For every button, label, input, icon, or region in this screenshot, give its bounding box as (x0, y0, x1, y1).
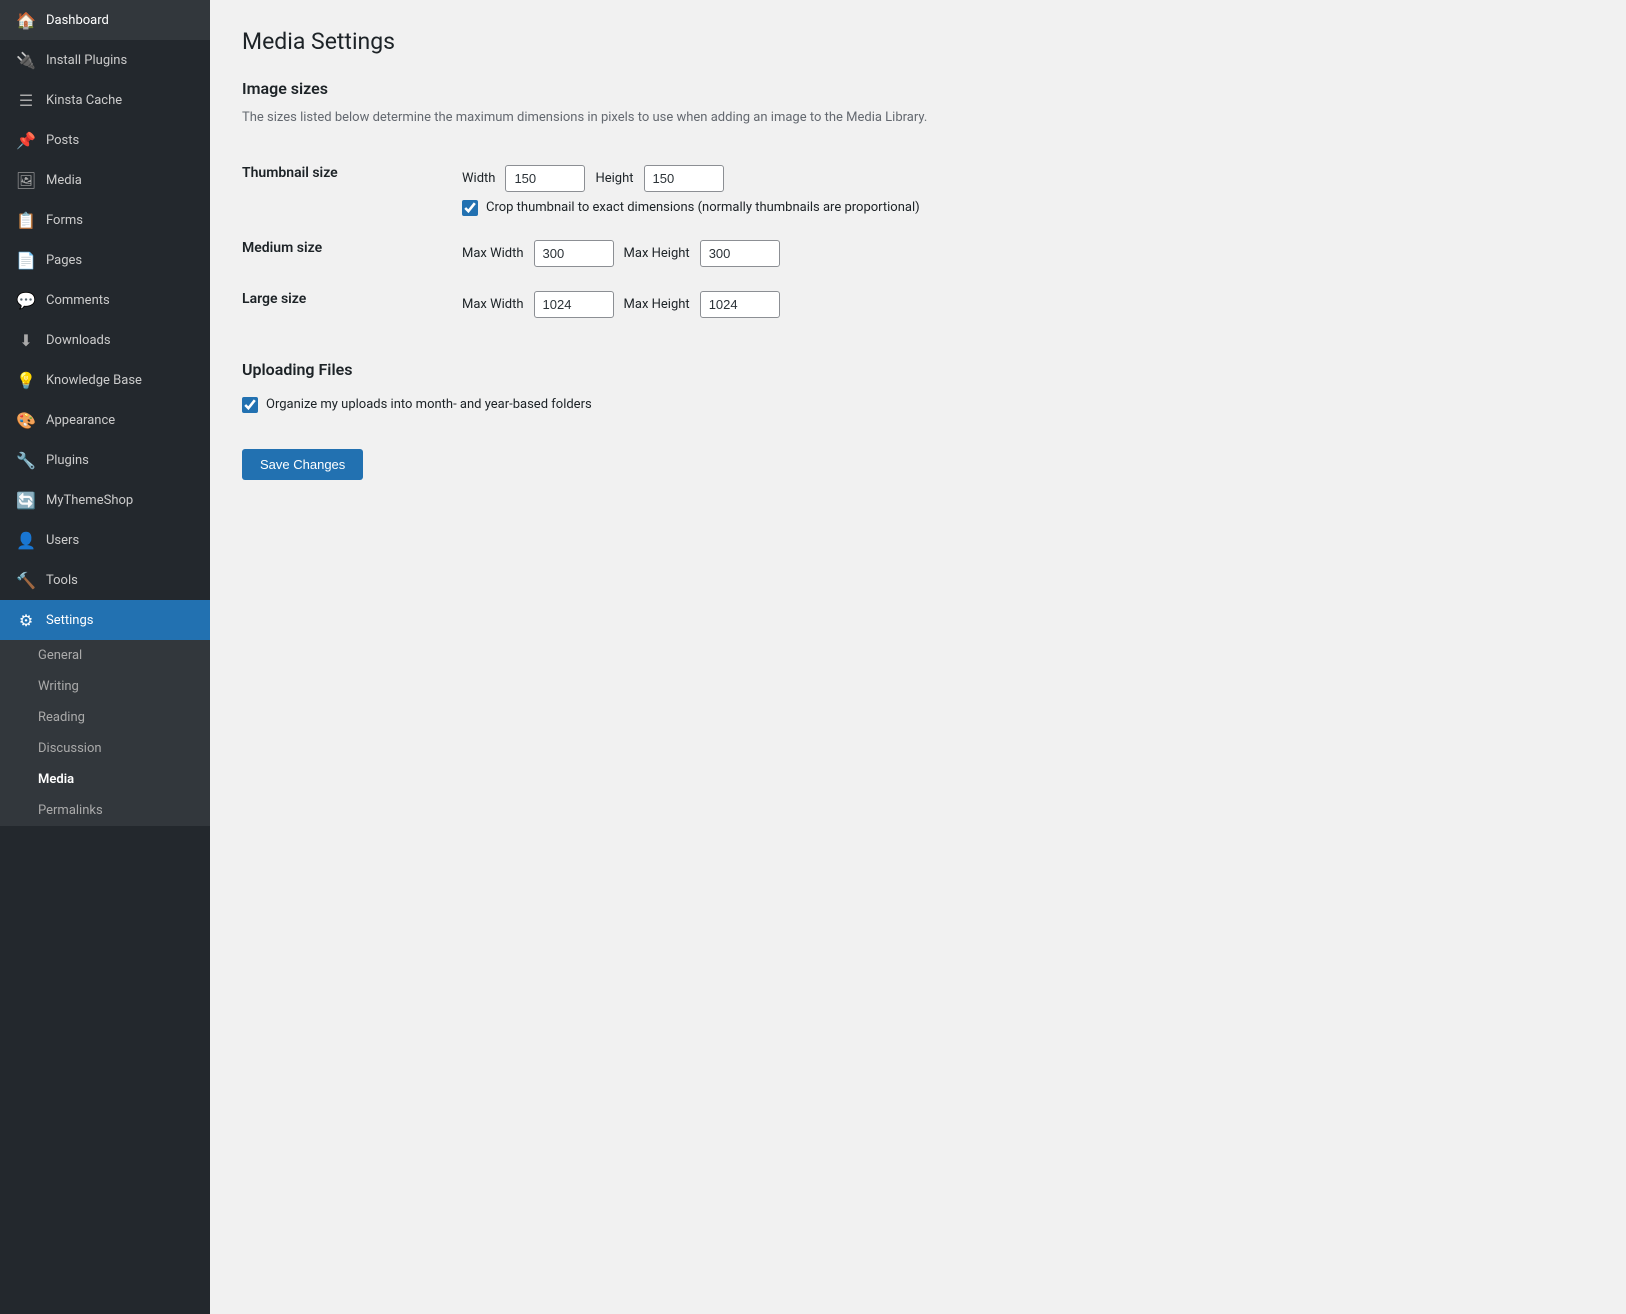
sidebar-item-media[interactable]: 🖼 Media (0, 160, 210, 200)
sidebar-item-plugins[interactable]: 🔧 Plugins (0, 440, 210, 480)
sidebar-item-kinsta-cache[interactable]: ☰ Kinsta Cache (0, 80, 210, 120)
plugins-icon: 🔧 (16, 450, 36, 470)
medium-dimensions: Max Width Max Height (462, 240, 1594, 267)
large-dimensions: Max Width Max Height (462, 291, 1594, 318)
pages-icon: 📄 (16, 250, 36, 270)
thumbnail-height-label: Height (595, 171, 633, 186)
submenu-item-reading[interactable]: Reading (0, 702, 210, 733)
thumbnail-crop-row: Crop thumbnail to exact dimensions (norm… (462, 200, 1594, 216)
sidebar-item-pages[interactable]: 📄 Pages (0, 240, 210, 280)
thumbnail-width-input[interactable] (505, 165, 585, 192)
image-sizes-description: The sizes listed below determine the max… (242, 108, 1594, 129)
sidebar-item-appearance[interactable]: 🎨 Appearance (0, 400, 210, 440)
appearance-icon: 🎨 (16, 410, 36, 430)
kinsta-cache-icon: ☰ (16, 90, 36, 110)
sidebar-item-label-appearance: Appearance (46, 413, 115, 428)
thumbnail-height-input[interactable] (644, 165, 724, 192)
sidebar-item-tools[interactable]: 🔨 Tools (0, 560, 210, 600)
large-max-width-label: Max Width (462, 297, 524, 312)
thumbnail-width-label: Width (462, 171, 495, 186)
large-label: Large size (242, 291, 306, 307)
sidebar-item-label-forms: Forms (46, 213, 83, 228)
sidebar-item-label-knowledge-base: Knowledge Base (46, 373, 142, 388)
sidebar-item-label-media: Media (46, 173, 82, 188)
sidebar-item-knowledge-base[interactable]: 💡 Knowledge Base (0, 360, 210, 400)
thumbnail-label: Thumbnail size (242, 165, 338, 181)
submenu-item-writing[interactable]: Writing (0, 671, 210, 702)
knowledge-base-icon: 💡 (16, 370, 36, 390)
large-max-width-input[interactable] (534, 291, 614, 318)
sidebar-item-comments[interactable]: 💬 Comments (0, 280, 210, 320)
sidebar-item-label-dashboard: Dashboard (46, 13, 109, 28)
sidebar-item-settings[interactable]: ⚙ Settings (0, 600, 210, 640)
submenu-item-media-sub[interactable]: Media (0, 764, 210, 795)
dashboard-icon: 🏠 (16, 10, 36, 30)
organize-uploads-label[interactable]: Organize my uploads into month- and year… (266, 397, 592, 412)
sidebar-item-label-pages: Pages (46, 253, 82, 268)
medium-max-width-label: Max Width (462, 246, 524, 261)
crop-thumbnail-label[interactable]: Crop thumbnail to exact dimensions (norm… (486, 200, 920, 215)
users-icon: 👤 (16, 530, 36, 550)
main-content: Media Settings Image sizes The sizes lis… (210, 0, 1626, 1314)
downloads-icon: ⬇ (16, 330, 36, 350)
sidebar-item-posts[interactable]: 📌 Posts (0, 120, 210, 160)
page-title: Media Settings (242, 28, 1594, 55)
uploading-files-title: Uploading Files (242, 360, 1594, 379)
sidebar-item-label-users: Users (46, 533, 79, 548)
sidebar-item-downloads[interactable]: ⬇ Downloads (0, 320, 210, 360)
sidebar-item-label-tools: Tools (46, 573, 78, 588)
large-max-height-input[interactable] (700, 291, 780, 318)
tools-icon: 🔨 (16, 570, 36, 590)
media-icon: 🖼 (16, 170, 36, 190)
sidebar-item-install-plugins[interactable]: 🔌 Install Plugins (0, 40, 210, 80)
large-row: Large size Max Width Max Height (242, 279, 1594, 330)
thumbnail-dimensions: Width Height (462, 165, 1594, 192)
sidebar-item-label-install-plugins: Install Plugins (46, 53, 127, 68)
medium-max-height-input[interactable] (700, 240, 780, 267)
organize-uploads-checkbox[interactable] (242, 397, 258, 413)
sidebar-item-label-settings: Settings (46, 613, 93, 628)
submenu-item-discussion[interactable]: Discussion (0, 733, 210, 764)
sidebar-item-label-mythemeshop: MyThemeShop (46, 493, 133, 508)
sidebar-item-forms[interactable]: 📋 Forms (0, 200, 210, 240)
organize-uploads-row: Organize my uploads into month- and year… (242, 397, 1594, 413)
sidebar-item-label-comments: Comments (46, 293, 110, 308)
medium-max-height-label: Max Height (624, 246, 690, 261)
save-button-container: Save Changes (242, 433, 1594, 480)
mythemeshop-icon: 🔄 (16, 490, 36, 510)
uploading-files-section: Uploading Files Organize my uploads into… (242, 360, 1594, 413)
settings-icon: ⚙ (16, 610, 36, 630)
forms-icon: 📋 (16, 210, 36, 230)
sidebar-item-label-plugins: Plugins (46, 453, 89, 468)
install-plugins-icon: 🔌 (16, 50, 36, 70)
sidebar-item-label-posts: Posts (46, 133, 79, 148)
submenu-item-general[interactable]: General (0, 640, 210, 671)
medium-label: Medium size (242, 240, 322, 256)
image-sizes-table: Thumbnail size Width Height Crop thumbna… (242, 153, 1594, 330)
thumbnail-row: Thumbnail size Width Height Crop thumbna… (242, 153, 1594, 228)
save-changes-button[interactable]: Save Changes (242, 449, 363, 480)
medium-max-width-input[interactable] (534, 240, 614, 267)
comments-icon: 💬 (16, 290, 36, 310)
crop-thumbnail-checkbox[interactable] (462, 200, 478, 216)
sidebar-item-dashboard[interactable]: 🏠 Dashboard (0, 0, 210, 40)
settings-submenu: GeneralWritingReadingDiscussionMediaPerm… (0, 640, 210, 826)
sidebar-item-label-downloads: Downloads (46, 333, 111, 348)
posts-icon: 📌 (16, 130, 36, 150)
submenu-item-permalinks[interactable]: Permalinks (0, 795, 210, 826)
medium-row: Medium size Max Width Max Height (242, 228, 1594, 279)
sidebar-item-label-kinsta-cache: Kinsta Cache (46, 93, 122, 108)
sidebar-item-mythemeshop[interactable]: 🔄 MyThemeShop (0, 480, 210, 520)
sidebar: 🏠 Dashboard 🔌 Install Plugins ☰ Kinsta C… (0, 0, 210, 1314)
sidebar-item-users[interactable]: 👤 Users (0, 520, 210, 560)
large-max-height-label: Max Height (624, 297, 690, 312)
image-sizes-title: Image sizes (242, 79, 1594, 98)
